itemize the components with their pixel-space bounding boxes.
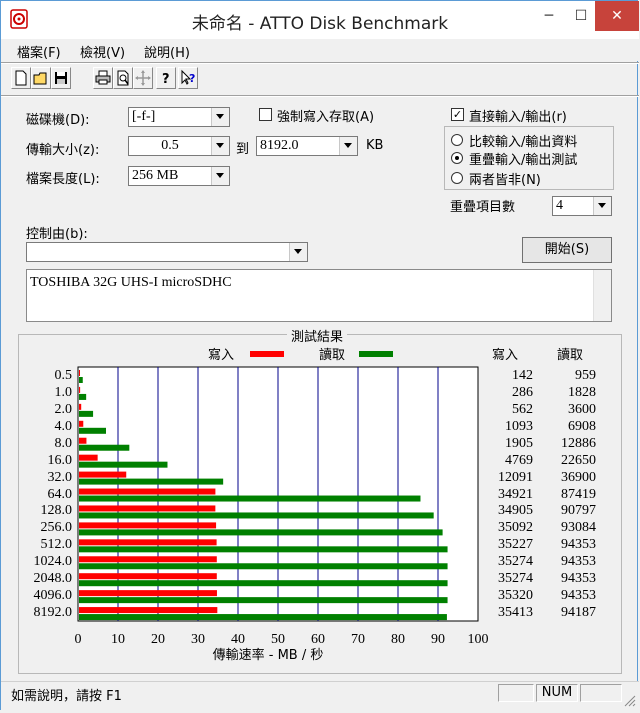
- read-bar: [79, 427, 106, 434]
- status-pane-scroll: [580, 684, 622, 702]
- read-value: 90797: [561, 503, 596, 519]
- transfer-size-label: 64.0: [47, 486, 73, 502]
- read-bar: [79, 377, 83, 383]
- status-bar: 如需說明，請按 F1 NUM: [1, 681, 639, 711]
- read-bar: [79, 393, 87, 400]
- read-bar: [79, 546, 448, 553]
- status-pane-empty: [498, 684, 534, 702]
- write-bar: [79, 403, 82, 410]
- read-value: 94187: [561, 605, 596, 621]
- transfer-size-label: 8192.0: [33, 605, 73, 621]
- transfer-size-label: 512.0: [40, 537, 73, 553]
- read-value: 1828: [568, 384, 596, 400]
- read-bar: [79, 563, 448, 570]
- write-value: 4769: [505, 452, 533, 468]
- write-bar: [79, 471, 127, 478]
- write-value: 35227: [498, 537, 533, 553]
- write-bar: [79, 607, 218, 614]
- write-value: 12091: [498, 469, 533, 485]
- transfer-size-label: 0.5: [54, 368, 73, 383]
- write-value: 35320: [498, 588, 533, 604]
- status-help-text: 如需說明，請按 F1: [11, 689, 122, 704]
- transfer-size-label: 4.0: [54, 418, 73, 434]
- write-value: 286: [512, 384, 533, 400]
- x-tick-label: 50: [271, 632, 285, 647]
- write-bar: [79, 420, 84, 427]
- read-bar: [79, 597, 448, 604]
- x-tick-label: 60: [311, 632, 325, 647]
- write-value: 34905: [498, 503, 533, 519]
- transfer-size-label: 16.0: [47, 452, 73, 468]
- write-bar: [79, 522, 217, 529]
- status-num-indicator: NUM: [536, 684, 578, 702]
- write-bar: [79, 437, 87, 444]
- read-bar: [79, 512, 434, 519]
- x-tick-label: 90: [431, 632, 445, 647]
- write-bar: [79, 505, 216, 512]
- write-value: 1905: [505, 435, 533, 451]
- transfer-size-label: 32.0: [47, 469, 73, 485]
- write-bar: [79, 556, 217, 563]
- read-value: 94353: [561, 537, 596, 553]
- read-value: 22650: [561, 452, 596, 468]
- x-tick-label: 20: [151, 632, 165, 647]
- read-value: 87419: [561, 486, 596, 502]
- app-window: 未命名 - ATTO Disk Benchmark ─ ☐ ✕ 檔案(F) 檢視…: [0, 0, 639, 711]
- write-bar: [79, 590, 217, 597]
- read-bar: [79, 614, 447, 621]
- x-tick-label: 40: [231, 632, 245, 647]
- transfer-size-label: 1024.0: [33, 554, 73, 570]
- read-bar: [79, 580, 448, 587]
- read-value: 6908: [568, 418, 596, 434]
- write-bar: [79, 370, 80, 376]
- transfer-size-label: 2.0: [54, 401, 73, 417]
- write-value: 1093: [505, 418, 533, 434]
- read-bar: [79, 444, 130, 451]
- read-bar: [79, 478, 224, 485]
- write-value: 35274: [498, 571, 533, 587]
- read-bar: [79, 410, 94, 417]
- results-chart: 0 10 20 30 40 50 60 70 80 90 100 傳輸速率 - MB / 秒: [75, 366, 489, 663]
- x-tick-label: 10: [111, 632, 125, 647]
- read-value: 93084: [561, 520, 596, 536]
- read-value: 94353: [561, 554, 596, 570]
- write-bar: [79, 539, 217, 546]
- read-value: 3600: [568, 401, 596, 417]
- transfer-size-label: 1.0: [54, 384, 73, 400]
- transfer-size-label: 4096.0: [33, 588, 73, 604]
- x-tick-label: 0: [75, 632, 82, 647]
- write-bar: [79, 454, 98, 461]
- transfer-size-label: 8.0: [54, 435, 73, 451]
- transfer-size-label: 128.0: [40, 503, 73, 519]
- x-tick-label: 30: [191, 632, 205, 647]
- write-value: 35413: [498, 605, 533, 621]
- read-bar: [79, 461, 168, 468]
- write-value: 34921: [498, 486, 533, 502]
- transfer-size-label: 256.0: [40, 520, 73, 536]
- resize-grip-icon[interactable]: [623, 694, 637, 708]
- write-value: 35274: [498, 554, 533, 570]
- x-tick-label: 80: [391, 632, 405, 647]
- write-bar: [79, 386, 81, 393]
- x-axis-label: 傳輸速率 - MB / 秒: [213, 647, 324, 663]
- read-value: 94353: [561, 588, 596, 604]
- read-bar: [79, 495, 421, 502]
- write-value: 142: [512, 368, 533, 383]
- read-bar: [79, 529, 443, 536]
- transfer-size-label: 2048.0: [33, 571, 73, 587]
- x-tick-label: 100: [468, 632, 489, 647]
- write-value: 562: [512, 401, 533, 417]
- x-tick-label: 70: [351, 632, 365, 647]
- read-value: 36900: [561, 469, 596, 485]
- write-bar: [79, 488, 216, 495]
- read-value: 12886: [561, 435, 596, 451]
- write-value: 35092: [498, 520, 533, 536]
- read-value: 959: [575, 368, 596, 383]
- read-value: 94353: [561, 571, 596, 587]
- write-bar: [79, 573, 217, 580]
